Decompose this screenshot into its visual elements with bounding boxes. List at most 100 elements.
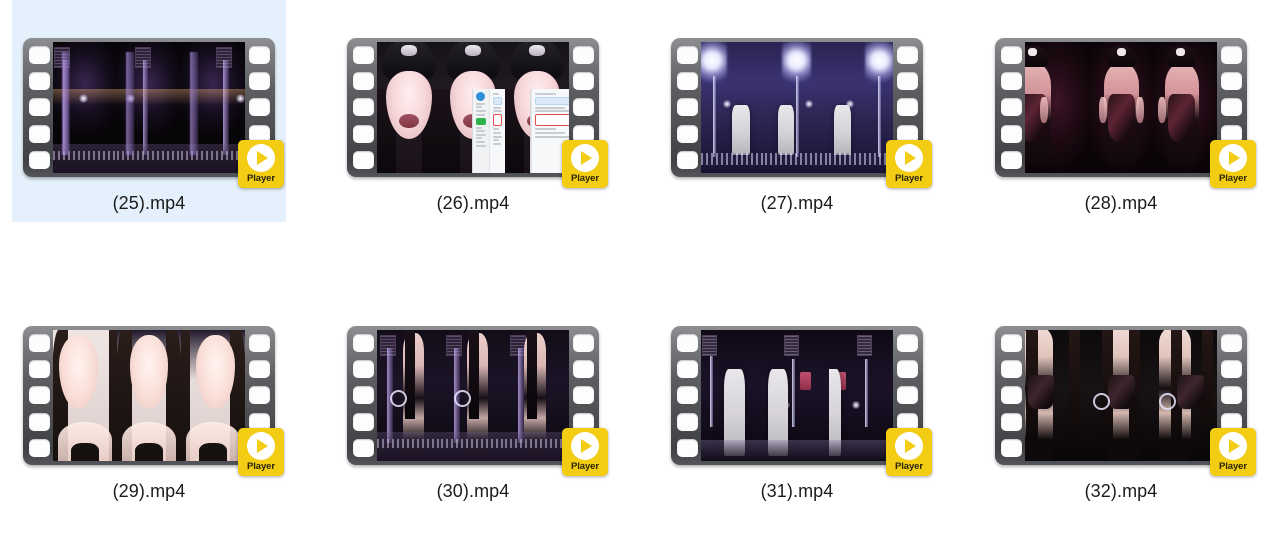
file-item[interactable]: Player (26).mp4 bbox=[336, 0, 610, 222]
sprocket-hole bbox=[1000, 72, 1022, 91]
film-thumbnail[interactable]: Player bbox=[995, 38, 1256, 188]
film-thumbnail[interactable]: Player bbox=[671, 326, 932, 476]
file-name-label: (27).mp4 bbox=[760, 193, 834, 213]
player-badge-label: Player bbox=[895, 461, 923, 472]
sprocket-hole bbox=[896, 360, 918, 379]
film-perforations-left bbox=[350, 330, 376, 461]
sprocket-hole bbox=[1000, 98, 1022, 117]
player-badge-label: Player bbox=[247, 173, 275, 184]
file-item[interactable]: Player (32).mp4 bbox=[984, 288, 1258, 510]
file-name-label: (26).mp4 bbox=[436, 193, 510, 213]
sprocket-hole bbox=[676, 124, 698, 143]
sprocket-hole bbox=[676, 72, 698, 91]
sprocket-hole bbox=[1000, 334, 1022, 353]
sprocket-hole bbox=[352, 72, 374, 91]
film-thumbnail[interactable]: Player bbox=[347, 326, 608, 476]
sprocket-hole bbox=[352, 360, 374, 379]
sprocket-hole bbox=[676, 46, 698, 65]
film-thumbnail[interactable]: Player bbox=[23, 38, 284, 188]
sprocket-hole bbox=[28, 334, 50, 353]
film-perforations-left bbox=[674, 330, 700, 461]
sprocket-hole bbox=[352, 438, 374, 457]
film-perforations-left bbox=[998, 42, 1024, 173]
play-icon bbox=[1219, 144, 1247, 172]
file-item[interactable]: Player (27).mp4 bbox=[660, 0, 934, 222]
sprocket-hole bbox=[1000, 360, 1022, 379]
sprocket-hole bbox=[896, 386, 918, 405]
film-thumbnail[interactable]: Player bbox=[995, 326, 1256, 476]
sprocket-hole bbox=[1220, 386, 1242, 405]
player-badge-label: Player bbox=[571, 173, 599, 184]
player-badge-label: Player bbox=[1219, 173, 1247, 184]
sprocket-hole bbox=[1000, 124, 1022, 143]
sprocket-hole bbox=[28, 150, 50, 169]
player-badge[interactable]: Player bbox=[238, 428, 284, 476]
sprocket-hole bbox=[1220, 98, 1242, 117]
film-perforations-left bbox=[26, 42, 52, 173]
file-item[interactable]: Player (28).mp4 bbox=[984, 0, 1258, 222]
film-perforations-left bbox=[998, 330, 1024, 461]
file-item[interactable]: Player (29).mp4 bbox=[12, 288, 286, 510]
play-icon bbox=[247, 144, 275, 172]
file-name-label: (31).mp4 bbox=[760, 481, 834, 501]
sprocket-hole bbox=[676, 386, 698, 405]
sprocket-hole bbox=[572, 46, 594, 65]
file-name-label: (25).mp4 bbox=[112, 193, 186, 213]
sprocket-hole bbox=[572, 72, 594, 91]
sprocket-hole bbox=[248, 360, 270, 379]
film-perforations-left bbox=[674, 42, 700, 173]
sprocket-hole bbox=[896, 98, 918, 117]
sprocket-hole bbox=[676, 334, 698, 353]
player-badge[interactable]: Player bbox=[562, 428, 608, 476]
sprocket-hole bbox=[572, 386, 594, 405]
sprocket-hole bbox=[28, 386, 50, 405]
video-preview-frame bbox=[53, 330, 245, 461]
sprocket-hole bbox=[676, 438, 698, 457]
player-badge[interactable]: Player bbox=[562, 140, 608, 188]
sprocket-hole bbox=[676, 412, 698, 431]
video-preview-frame bbox=[1025, 42, 1217, 173]
player-badge[interactable]: Player bbox=[1210, 428, 1256, 476]
play-icon bbox=[571, 432, 599, 460]
file-thumbnail-grid: Player (25).mp4 Player (26).mp4 Player (… bbox=[0, 0, 1280, 536]
sprocket-hole bbox=[28, 412, 50, 431]
sprocket-hole bbox=[1000, 150, 1022, 169]
file-item[interactable]: Player (30).mp4 bbox=[336, 288, 610, 510]
sprocket-hole bbox=[28, 46, 50, 65]
sprocket-hole bbox=[572, 334, 594, 353]
sprocket-hole bbox=[28, 360, 50, 379]
video-preview-frame bbox=[53, 42, 245, 173]
player-badge[interactable]: Player bbox=[886, 140, 932, 188]
sprocket-hole bbox=[676, 98, 698, 117]
file-item[interactable]: Player (25).mp4 bbox=[12, 0, 286, 222]
sprocket-hole bbox=[1000, 386, 1022, 405]
sprocket-hole bbox=[572, 360, 594, 379]
player-badge-label: Player bbox=[571, 461, 599, 472]
sprocket-hole bbox=[28, 72, 50, 91]
file-name-label: (28).mp4 bbox=[1084, 193, 1158, 213]
video-preview-frame bbox=[377, 330, 569, 461]
player-badge[interactable]: Player bbox=[1210, 140, 1256, 188]
video-preview-frame bbox=[701, 330, 893, 461]
sprocket-hole bbox=[896, 72, 918, 91]
sprocket-hole bbox=[896, 46, 918, 65]
film-thumbnail[interactable]: Player bbox=[23, 326, 284, 476]
sprocket-hole bbox=[352, 150, 374, 169]
video-preview-frame bbox=[377, 42, 569, 173]
sprocket-hole bbox=[1000, 438, 1022, 457]
sprocket-hole bbox=[352, 124, 374, 143]
player-badge-label: Player bbox=[895, 173, 923, 184]
sprocket-hole bbox=[248, 386, 270, 405]
sprocket-hole bbox=[28, 124, 50, 143]
player-badge[interactable]: Player bbox=[886, 428, 932, 476]
file-name-label: (29).mp4 bbox=[112, 481, 186, 501]
sprocket-hole bbox=[1220, 72, 1242, 91]
file-item[interactable]: Player (31).mp4 bbox=[660, 288, 934, 510]
sprocket-hole bbox=[676, 150, 698, 169]
player-badge[interactable]: Player bbox=[238, 140, 284, 188]
sprocket-hole bbox=[1000, 412, 1022, 431]
film-thumbnail[interactable]: Player bbox=[347, 38, 608, 188]
film-thumbnail[interactable]: Player bbox=[671, 38, 932, 188]
play-icon bbox=[1219, 432, 1247, 460]
sprocket-hole bbox=[1220, 334, 1242, 353]
